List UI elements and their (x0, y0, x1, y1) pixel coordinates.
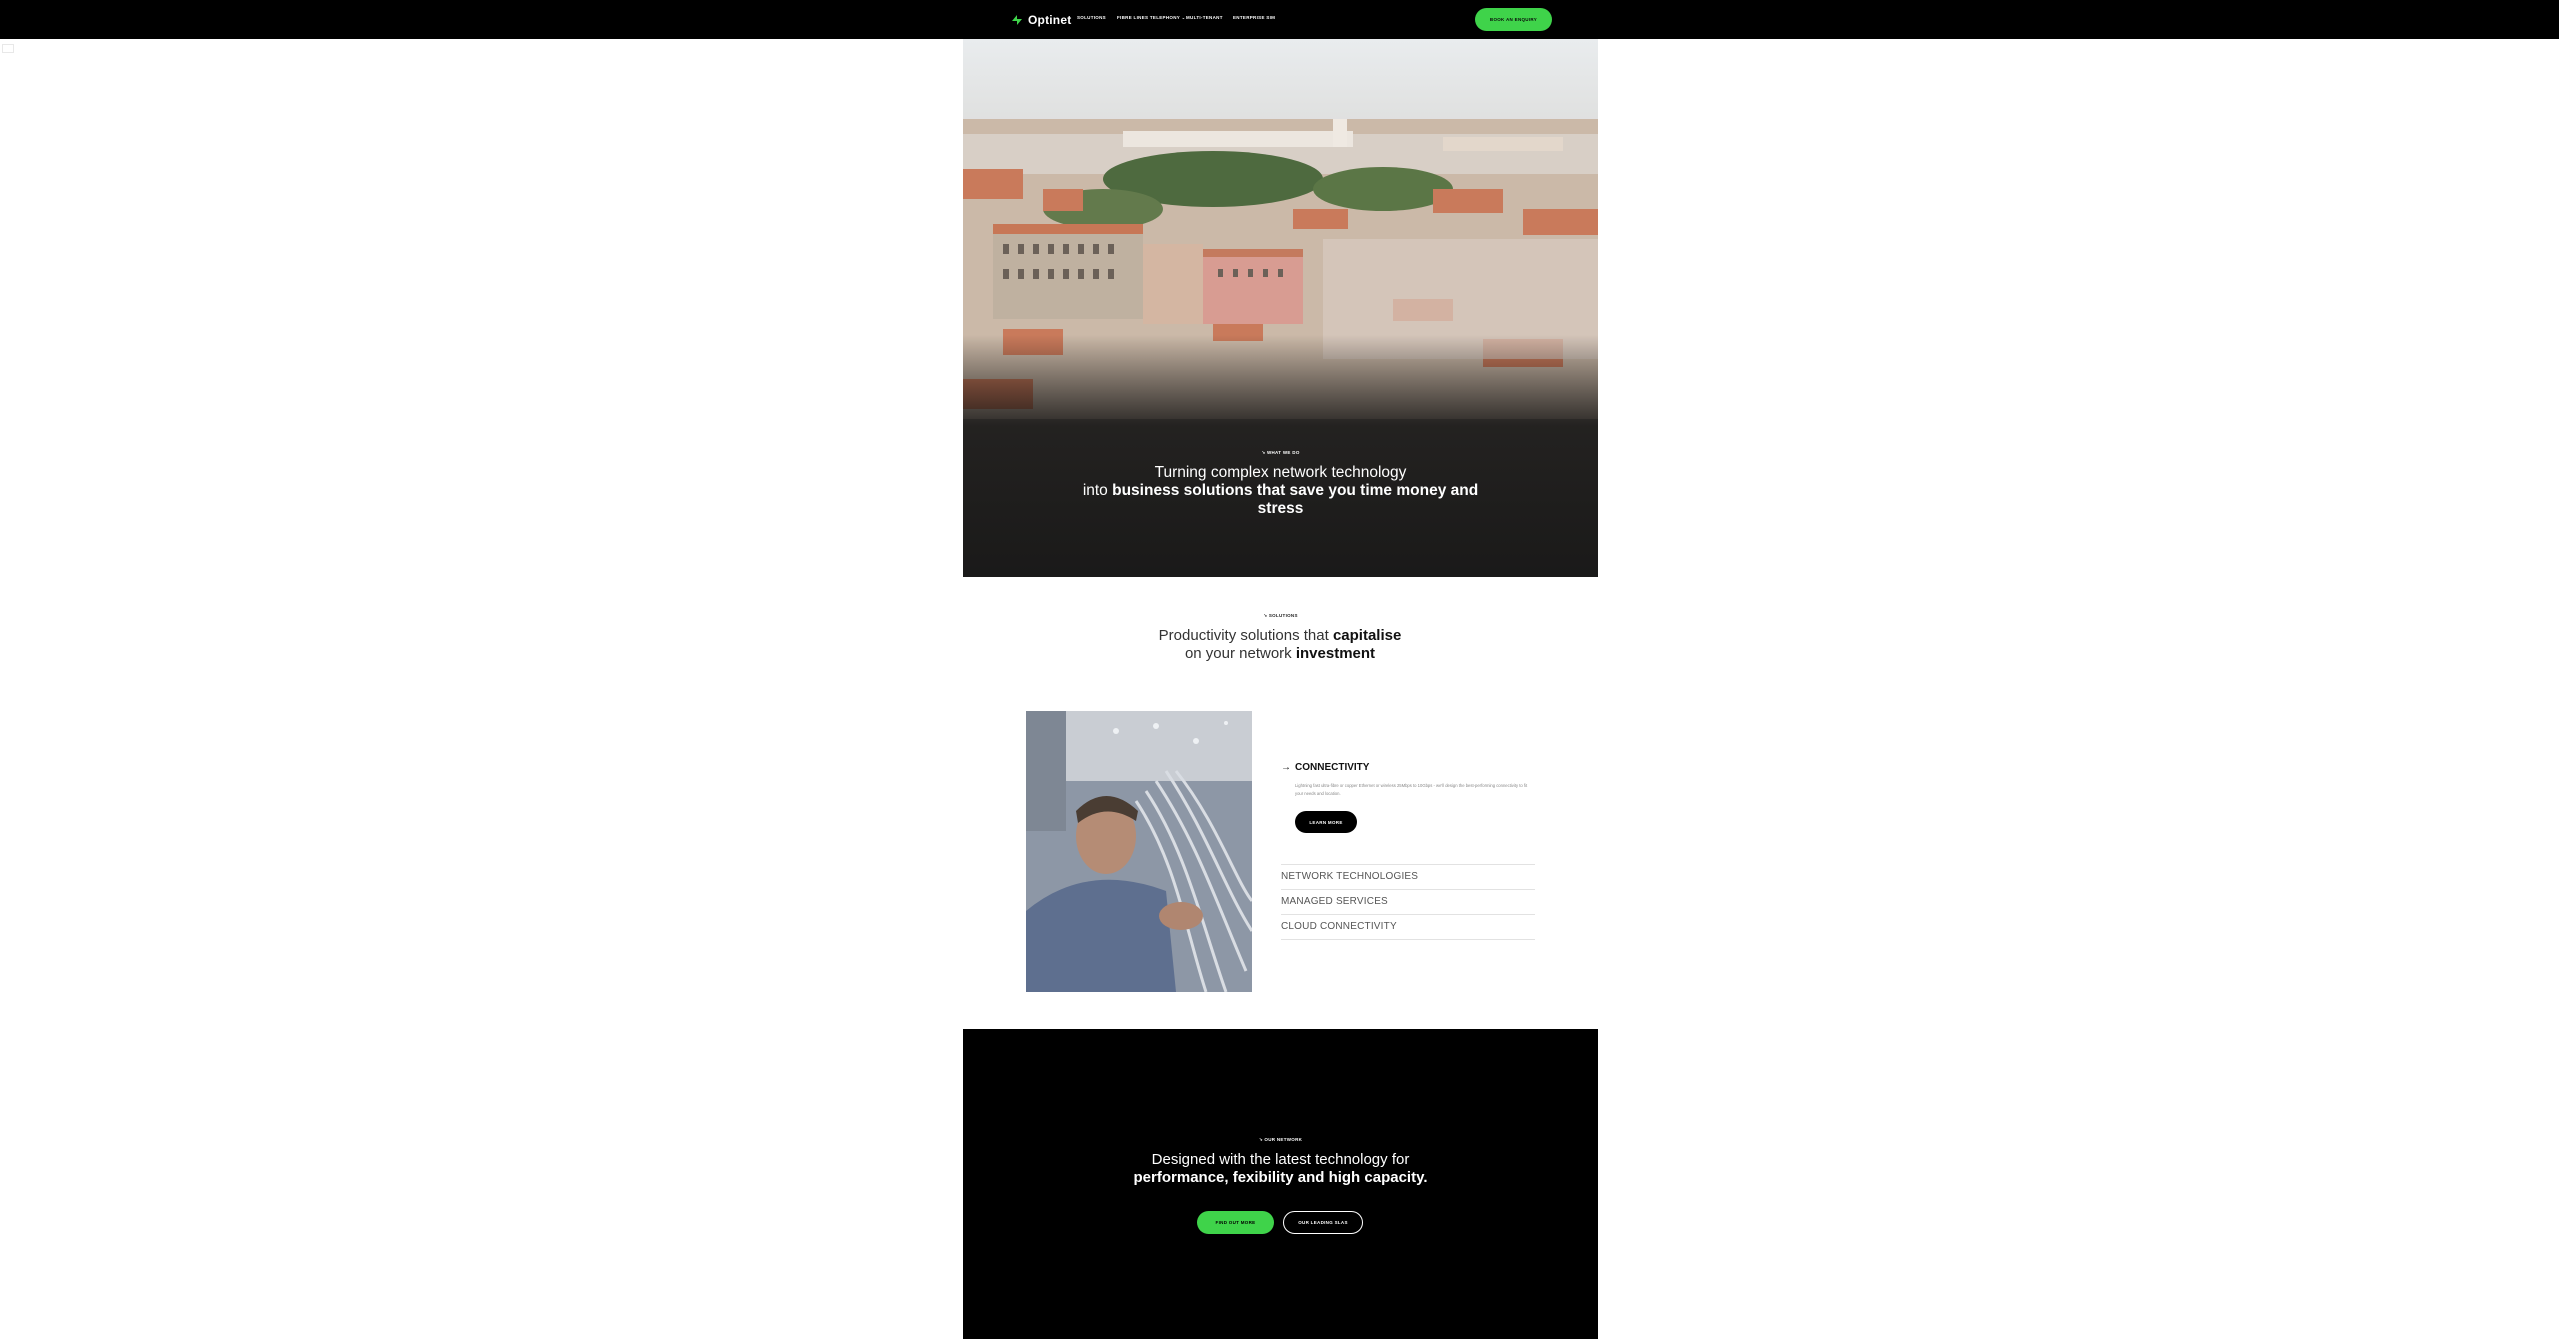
hero-title-prefix: into (1082, 482, 1113, 499)
connectivity-description: Lightning fast ultra-fibre or copper Eth… (1295, 783, 1528, 796)
nav-link-multi-tenant[interactable]: MULTI-TENANT (1186, 15, 1223, 20)
find-out-more-button[interactable]: FIND OUT MORE (1197, 1211, 1274, 1234)
network-eyebrow: ↘ OUR NETWORK (1258, 1137, 1303, 1142)
top-navigation: Optinet SOLUTIONS FIBRE LINES TELEPHONY … (0, 0, 2559, 39)
connectivity-label: CONNECTIVITY (1295, 762, 1370, 773)
network-title-plain: Designed with the latest technology for (1151, 1151, 1410, 1168)
hero-section: ↘ WHAT WE DO Turning complex network tec… (963, 39, 1598, 577)
solutions-title: Productivity solutions that capitalise o… (1080, 627, 1480, 663)
our-leading-slas-button[interactable]: OUR LEADING SLAS (1283, 1211, 1363, 1234)
accordion-divider (1281, 864, 1535, 865)
solutions-title-part-1: Productivity solutions that (1158, 627, 1333, 644)
hero-title: Turning complex network technology into … (1063, 464, 1498, 518)
nav-link-fibre-lines-telephony[interactable]: FIBRE LINES TELEPHONY ⌄ (1117, 15, 1186, 21)
accordion-divider (1281, 914, 1535, 915)
book-enquiry-button[interactable]: BOOK AN ENQUIRY (1475, 8, 1552, 31)
page-corner-marker (2, 44, 14, 53)
hero-title-line-1: Turning complex network technology (1154, 464, 1407, 481)
network-title-bold: performance, fexibility and high capacit… (1133, 1169, 1428, 1186)
solutions-title-bold-2: investment (1295, 645, 1376, 662)
nav-link-enterprise-sim[interactable]: ENTERPRISE SIM (1233, 15, 1275, 20)
solutions-title-part-2: on your network (1184, 645, 1296, 662)
connectivity-heading[interactable]: → CONNECTIVITY (1281, 762, 1369, 773)
technician-image (1026, 711, 1252, 992)
arrow-right-icon: → (1281, 762, 1291, 773)
brand-name: Optinet (1028, 12, 1072, 27)
network-title: Designed with the latest technology for … (1043, 1151, 1518, 1187)
hero-title-emphasis: business solutions that save you time mo… (1112, 482, 1479, 517)
nav-link-solutions[interactable]: SOLUTIONS (1077, 15, 1106, 20)
learn-more-button[interactable]: LEARN MORE (1295, 811, 1357, 833)
accordion-divider (1281, 889, 1535, 890)
solution-item-managed-services[interactable]: MANAGED SERVICES (1281, 896, 1388, 907)
hero-eyebrow: ↘ WHAT WE DO (1261, 450, 1300, 455)
network-section: ↘ OUR NETWORK Designed with the latest t… (963, 1029, 1598, 1339)
accordion-divider (1281, 939, 1535, 940)
solutions-eyebrow: ↘ SOLUTIONS (1263, 613, 1298, 618)
solution-item-network-technologies[interactable]: NETWORK TECHNOLOGIES (1281, 871, 1418, 882)
solution-item-cloud-connectivity[interactable]: CLOUD CONNECTIVITY (1281, 921, 1397, 932)
optinet-logo-icon (1012, 14, 1022, 25)
solutions-title-bold-1: capitalise (1332, 627, 1402, 644)
brand-logo[interactable]: Optinet (1010, 11, 1071, 28)
